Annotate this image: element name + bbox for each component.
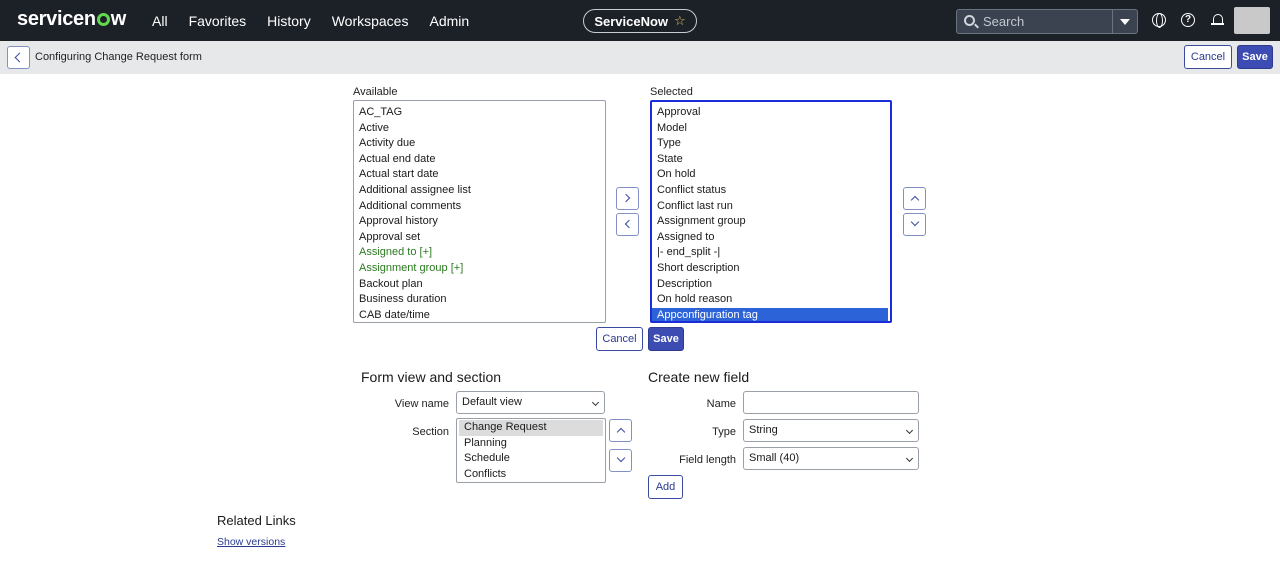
back-button[interactable] <box>7 46 30 69</box>
search-scope-dropdown[interactable] <box>1112 10 1137 33</box>
selected-label: Selected <box>650 86 693 98</box>
available-field-option[interactable]: Approval history <box>354 214 605 230</box>
selected-field-option[interactable]: Approval <box>652 105 888 121</box>
available-field-option[interactable]: CAB date/time <box>354 308 605 322</box>
available-field-option[interactable]: Assigned to [+] <box>354 245 605 261</box>
chevron-down-icon <box>616 453 626 463</box>
chevron-left-icon <box>624 219 634 229</box>
section-list[interactable]: Change Request Planning Schedule Conflicts <box>456 418 606 483</box>
instance-label: ServiceNow <box>594 13 669 29</box>
user-avatar[interactable] <box>1234 7 1270 34</box>
available-field-option[interactable]: Additional assignee list <box>354 183 605 199</box>
header-save-button[interactable]: Save <box>1237 45 1273 69</box>
available-label: Available <box>353 86 398 98</box>
header-cancel-button[interactable]: Cancel <box>1184 45 1232 69</box>
selected-field-option[interactable]: Assignment group <box>652 214 888 230</box>
type-label: Type <box>712 426 736 438</box>
nav-favorites[interactable]: Favorites <box>189 13 247 29</box>
section-move-up-button[interactable] <box>609 419 632 442</box>
chevron-right-icon <box>621 193 631 203</box>
section-option[interactable]: Conflicts <box>459 467 603 482</box>
available-field-option[interactable]: Activity due <box>354 136 605 152</box>
servicenow-logo[interactable]: servicen w <box>17 8 126 31</box>
selected-field-option[interactable]: Type <box>652 136 888 152</box>
selected-field-option[interactable]: Conflict last run <box>652 199 888 215</box>
name-label: Name <box>706 398 736 410</box>
search-icon <box>964 15 975 26</box>
nav-all[interactable]: All <box>152 13 168 29</box>
field-length-label: Field length <box>679 454 736 466</box>
available-field-option[interactable]: Business duration <box>354 292 605 308</box>
slushbucket-cancel-button[interactable]: Cancel <box>596 327 643 351</box>
form-header: Configuring Change Request form Cancel S… <box>0 41 1280 74</box>
star-icon[interactable]: ☆ <box>674 13 686 29</box>
view-name-label: View name <box>394 398 449 410</box>
globe-icon[interactable] <box>1152 13 1166 28</box>
chevron-up-icon <box>910 195 920 205</box>
nav-history[interactable]: History <box>267 13 311 29</box>
available-field-option[interactable]: Active <box>354 121 605 137</box>
selected-field-option[interactable]: State <box>652 152 888 168</box>
selected-field-option[interactable]: Conflict status <box>652 183 888 199</box>
bell-icon[interactable] <box>1211 13 1225 27</box>
type-select[interactable]: String <box>743 419 919 442</box>
selected-field-option[interactable]: |- end_split -| <box>652 245 888 261</box>
help-icon[interactable]: ? <box>1181 13 1195 27</box>
chevron-up-icon <box>616 427 626 437</box>
create-field-heading: Create new field <box>648 369 750 385</box>
view-name-select[interactable]: Default view <box>456 391 605 414</box>
add-field-button[interactable] <box>616 187 639 210</box>
global-search[interactable]: Search <box>956 9 1138 34</box>
available-field-option[interactable]: Actual start date <box>354 167 605 183</box>
section-option[interactable]: Change Request <box>459 420 603 436</box>
selected-field-option[interactable]: Short description <box>652 261 888 277</box>
available-field-option[interactable]: Additional comments <box>354 199 605 215</box>
related-links-heading: Related Links <box>217 513 296 528</box>
show-versions-link[interactable]: Show versions <box>217 536 285 548</box>
available-field-option[interactable]: AC_TAG <box>354 105 605 121</box>
move-down-button[interactable] <box>903 213 926 236</box>
section-option[interactable]: Planning <box>459 436 603 452</box>
instance-name-pill[interactable]: ServiceNow ☆ <box>583 9 697 33</box>
page-title: Configuring Change Request form <box>35 51 202 63</box>
add-field-submit-button[interactable]: Add <box>648 475 683 499</box>
section-option[interactable]: Schedule <box>459 451 603 467</box>
chevron-down-icon <box>910 217 920 227</box>
available-field-option[interactable]: Backout plan <box>354 277 605 293</box>
section-move-down-button[interactable] <box>609 449 632 472</box>
nav-menu: All Favorites History Workspaces Admin <box>152 0 490 41</box>
field-length-select[interactable]: Small (40) <box>743 447 919 470</box>
nav-workspaces[interactable]: Workspaces <box>332 13 409 29</box>
available-field-option[interactable]: Assignment group [+] <box>354 261 605 277</box>
selected-field-option[interactable]: Appconfiguration tag <box>652 307 888 321</box>
form-view-heading: Form view and section <box>361 369 502 385</box>
selected-field-option[interactable]: Model <box>652 121 888 137</box>
selected-field-option[interactable]: Description <box>652 277 888 293</box>
nav-admin[interactable]: Admin <box>429 13 469 29</box>
selected-fields-list[interactable]: Approval Model Type State On hold Conflict st… <box>650 100 892 323</box>
top-navigation: servicen w All Favorites History Workspac… <box>0 0 1280 41</box>
available-fields-list[interactable]: AC_TAG Active Activity due Actual end date A… <box>353 100 606 323</box>
selected-field-option[interactable]: Assigned to <box>652 230 888 246</box>
name-input[interactable] <box>743 391 919 414</box>
selected-field-option[interactable]: On hold <box>652 167 888 183</box>
slushbucket-save-button[interactable]: Save <box>648 327 684 351</box>
available-field-option[interactable]: Approval set <box>354 230 605 246</box>
move-up-button[interactable] <box>903 187 926 210</box>
available-field-option[interactable]: Actual end date <box>354 152 605 168</box>
section-label: Section <box>412 426 449 438</box>
selected-field-option[interactable]: On hold reason <box>652 292 888 308</box>
search-input[interactable]: Search <box>983 14 1024 29</box>
remove-field-button[interactable] <box>616 213 639 236</box>
